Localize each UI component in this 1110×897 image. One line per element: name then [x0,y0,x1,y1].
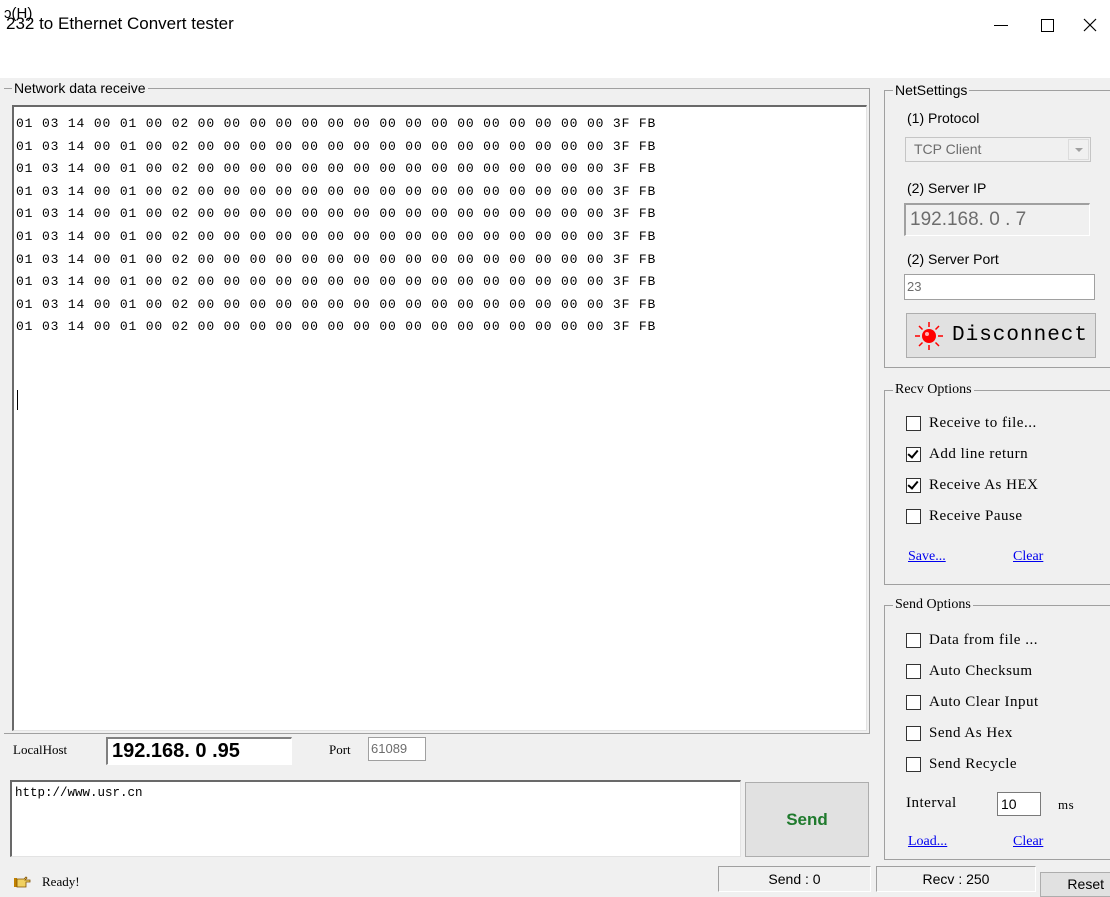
interval-label: Interval [906,795,957,811]
option-checkbox-row[interactable]: Auto Clear Input [906,694,1039,711]
option-label: Auto Clear Input [929,694,1039,710]
option-checkbox-row[interactable]: Receive As HEX [906,477,1038,494]
checkbox-unchecked-icon[interactable] [906,664,921,679]
recv-save-link[interactable]: Save... [908,547,946,565]
checkbox-unchecked-icon[interactable] [906,726,921,741]
pointing-hand-icon [14,876,31,888]
network-data-receive-label: Network data receive [12,80,148,96]
send-input[interactable]: http://www.usr.cn [10,780,741,857]
checkbox-unchecked-icon[interactable] [906,633,921,648]
receive-line: 01 03 14 00 01 00 02 00 00 00 00 00 00 0… [16,183,657,199]
checkbox-unchecked-icon[interactable] [906,509,921,524]
port-label: Port [329,742,351,757]
load-link-text: Load... [908,834,948,849]
receive-line: 01 03 14 00 01 00 02 00 00 00 00 00 00 0… [16,228,657,244]
option-checkbox-row[interactable]: Send Recycle [906,756,1017,773]
option-checkbox-row[interactable]: Receive to file... [906,415,1037,432]
localhost-label: LocalHost [13,742,68,757]
send-load-link[interactable]: Load... [908,832,947,850]
save-link-text: Save... [908,549,946,564]
option-checkbox-row[interactable]: Auto Checksum [906,663,1033,680]
server-ip-field[interactable]: 192.168. 0 . 7 [904,203,1090,236]
option-label: Receive As HEX [929,477,1039,493]
option-checkbox-row[interactable]: Receive Pause [906,508,1023,525]
option-label: Add line return [929,446,1029,462]
server-port-field[interactable]: 23 [904,274,1095,300]
option-label: Send Recycle [929,756,1018,772]
close-button[interactable] [1070,0,1110,50]
checkbox-checked-icon[interactable] [906,478,921,493]
receive-line: 01 03 14 00 01 00 02 00 00 00 00 00 00 0… [16,206,657,222]
clear-link-text: Clear [1013,549,1044,564]
receive-line: 01 03 14 00 01 00 02 00 00 00 00 00 00 0… [16,274,657,290]
recv-count: Recv : 250 [876,866,1036,892]
menu-bar [0,50,1110,78]
option-label: Receive Pause [929,508,1023,524]
option-label: Send As Hex [929,725,1013,741]
protocol-label: (1) Protocol [907,110,980,126]
receive-text-area[interactable]: 01 03 14 00 01 00 02 00 00 00 00 00 00 0… [12,105,867,731]
checkbox-unchecked-icon[interactable] [906,757,921,772]
receive-line: 01 03 14 00 01 00 02 00 00 00 00 00 00 0… [16,116,657,131]
recv-options-label: Recv Options [893,382,974,398]
reset-button[interactable]: Reset [1040,872,1110,897]
net-settings-label: NetSettings [893,82,970,98]
clear-link-text: Clear [1013,834,1044,849]
local-port-field[interactable]: 61089 [368,737,426,761]
receive-line: 01 03 14 00 01 00 02 00 00 00 00 00 00 0… [16,138,657,154]
disconnect-button[interactable]: Disconnect [906,313,1096,358]
close-icon [1083,18,1097,32]
checkbox-unchecked-icon[interactable] [906,416,921,431]
checkbox-unchecked-icon[interactable] [906,695,921,710]
option-label: Receive to file... [929,415,1037,431]
localhost-ip-field[interactable]: 192.168. 0 .95 [106,737,292,765]
protocol-dropdown-button[interactable] [1068,139,1089,160]
minimize-icon [994,24,1008,26]
option-label: Data from file ... [929,632,1038,648]
maximize-button[interactable] [1024,0,1070,50]
chevron-down-icon [1074,147,1083,152]
recv-clear-link[interactable]: Clear [1013,547,1043,565]
receive-line: 01 03 14 00 01 00 02 00 00 00 00 00 00 0… [16,251,657,267]
checkbox-checked-icon[interactable] [906,447,921,462]
option-label: Auto Checksum [929,663,1033,679]
server-ip-label: (2) Server IP [907,180,987,196]
receive-line: 01 03 14 00 01 00 02 00 00 00 00 00 00 0… [16,161,657,177]
option-checkbox-row[interactable]: Data from file ... [906,632,1038,649]
option-checkbox-row[interactable]: Add line return [906,446,1028,463]
option-checkbox-row[interactable]: Send As Hex [906,725,1013,742]
send-clear-link[interactable]: Clear [1013,832,1043,850]
server-port-label: (2) Server Port [907,251,999,267]
send-options-label: Send Options [893,597,973,613]
connection-status-icon [914,321,943,350]
send-count: Send : 0 [718,866,871,892]
maximize-icon [1040,18,1054,32]
interval-field[interactable]: 10 [997,792,1041,816]
receive-lines: 01 03 14 00 01 00 02 00 00 00 00 00 00 0… [16,113,656,339]
receive-line: 01 03 14 00 01 00 02 00 00 00 00 00 00 0… [16,296,657,312]
text-caret [17,390,18,410]
send-button[interactable]: Send [745,782,869,857]
disconnect-label: Disconnect [951,324,1089,347]
receive-line: 01 03 14 00 01 00 02 00 00 00 00 00 00 0… [16,319,657,335]
minimize-button[interactable] [978,0,1024,50]
menu-help[interactable]: ɔ(H) [4,5,32,22]
status-text: Ready! [42,874,80,889]
interval-unit: ms [1058,797,1075,812]
window-title: 232 to Ethernet Convert tester [6,14,234,33]
protocol-value: TCP Client [914,141,982,157]
